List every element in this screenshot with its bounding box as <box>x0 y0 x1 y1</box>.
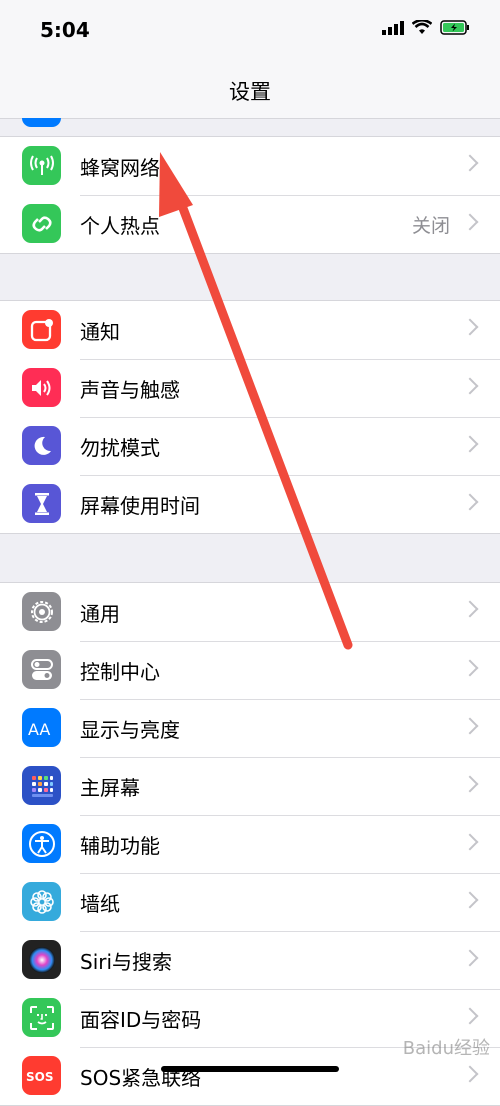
sound-icon <box>22 368 61 407</box>
home-indicator[interactable] <box>161 1066 339 1072</box>
settings-row-label: 通知 <box>80 319 120 344</box>
wallpaper-icon <box>22 882 61 921</box>
accessibility-icon <box>22 824 61 863</box>
sos-icon: SOS <box>22 1056 61 1095</box>
face-id-icon <box>22 998 61 1037</box>
siri-icon <box>22 940 61 979</box>
settings-row-do-not-disturb[interactable]: 勿扰模式 <box>0 417 500 475</box>
chevron-right-icon <box>461 318 479 336</box>
nav-bar: 设置 <box>0 62 500 119</box>
chevron-right-icon <box>461 717 479 735</box>
chevron-right-icon <box>461 1065 479 1083</box>
settings-group-general: 通用 控制中心 AA 显示与亮度 主屏幕 辅助功能 墙纸 Siri与搜索 面容I… <box>0 582 500 1106</box>
settings-row-cellular[interactable]: 蜂窝网络 <box>0 137 500 195</box>
settings-row-label: 通用 <box>80 601 120 626</box>
battery-icon <box>440 20 469 35</box>
settings-row-label: 面容ID与密码 <box>80 1008 202 1032</box>
settings-row-label: 个人热点 <box>80 214 160 238</box>
system-icons <box>382 20 470 35</box>
home-screen-icon <box>22 766 61 805</box>
control-center-icon <box>22 650 61 689</box>
settings-row-wallpaper[interactable]: 墙纸 <box>0 873 500 931</box>
settings-row-control-center[interactable]: 控制中心 <box>0 641 500 699</box>
chevron-right-icon <box>461 1007 479 1025</box>
watermark: Baidu经验 <box>402 1038 490 1059</box>
status-time: 5:04 <box>40 18 90 42</box>
chevron-right-icon <box>461 891 479 909</box>
settings-row-label: 控制中心 <box>80 660 160 684</box>
hotspot-icon <box>22 204 61 243</box>
settings-row-label: 勿扰模式 <box>80 436 160 460</box>
settings-row-label: Siri与搜索 <box>80 950 173 974</box>
status-bar: 5:04 <box>0 0 500 62</box>
settings-row-label: 屏幕使用时间 <box>80 494 200 518</box>
settings-group-notifications: 通知 声音与触感 勿扰模式 屏幕使用时间 <box>0 300 500 534</box>
page-title: 设置 <box>229 80 271 104</box>
chevron-right-icon <box>461 377 479 395</box>
settings-group-network: 蜂窝网络 个人热点 关闭 <box>0 136 500 254</box>
chevron-right-icon <box>461 833 479 851</box>
cellular-icon <box>22 146 61 185</box>
settings-row-label: 辅助功能 <box>80 834 160 858</box>
gear-icon <box>22 592 61 631</box>
notifications-icon <box>22 310 61 349</box>
scrolled-row-icon <box>22 118 61 127</box>
chevron-right-icon <box>461 435 479 453</box>
settings-row-sound[interactable]: 声音与触感 <box>0 359 500 417</box>
settings-row-label: 主屏幕 <box>80 776 140 800</box>
settings-row-label: 蜂窝网络 <box>80 155 160 180</box>
chevron-right-icon <box>461 493 479 511</box>
moon-icon <box>22 426 61 465</box>
settings-row-home-screen[interactable]: 主屏幕 <box>0 757 500 815</box>
chevron-right-icon <box>461 659 479 677</box>
svg-text:SOS: SOS <box>26 1070 54 1083</box>
display-icon: AA <box>22 708 61 747</box>
chevron-right-icon <box>461 213 479 231</box>
settings-row-notifications[interactable]: 通知 <box>0 301 500 359</box>
settings-row-accessibility[interactable]: 辅助功能 <box>0 815 500 873</box>
settings-row-label: 显示与亮度 <box>80 718 180 742</box>
chevron-right-icon <box>461 600 479 618</box>
chevron-right-icon <box>461 154 479 172</box>
signal-icon <box>382 20 404 35</box>
chevron-right-icon <box>461 949 479 967</box>
svg-text:AA: AA <box>28 720 50 737</box>
hourglass-icon <box>22 484 61 523</box>
settings-row-label: 墙纸 <box>80 892 120 916</box>
settings-row-general[interactable]: 通用 <box>0 583 500 641</box>
chevron-right-icon <box>461 775 479 793</box>
hotspot-status: 关闭 <box>411 215 450 237</box>
settings-row-display[interactable]: AA 显示与亮度 <box>0 699 500 757</box>
settings-row-siri[interactable]: Siri与搜索 <box>0 931 500 989</box>
settings-row-label: 声音与触感 <box>80 378 180 402</box>
settings-row-screen-time[interactable]: 屏幕使用时间 <box>0 475 500 533</box>
settings-row-hotspot[interactable]: 个人热点 关闭 <box>0 195 500 253</box>
wifi-icon <box>412 20 432 34</box>
